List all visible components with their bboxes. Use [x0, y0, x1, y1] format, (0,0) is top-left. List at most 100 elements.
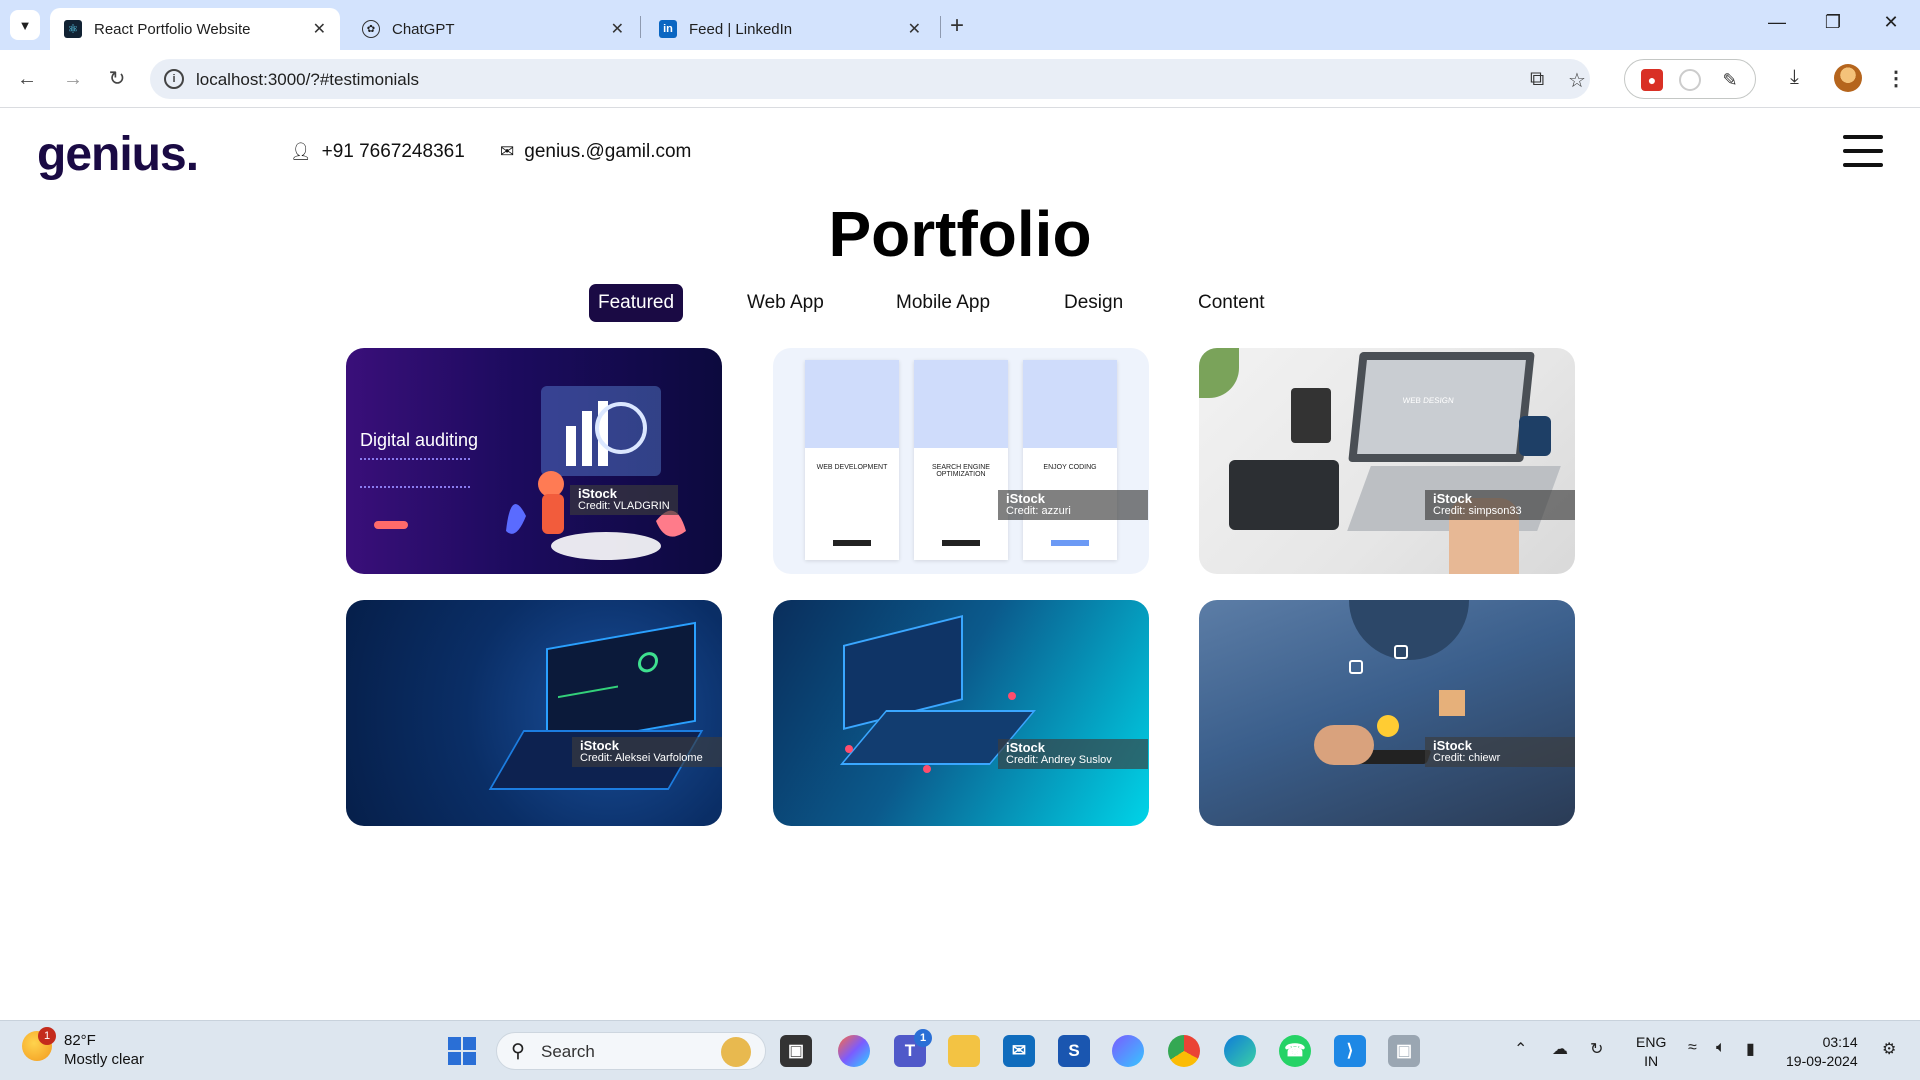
contact-phone[interactable]: 👤︎ +91 7667248361: [290, 141, 465, 163]
image-credit: iStock Credit: simpson33: [1425, 490, 1575, 520]
search-icon: ⚲: [511, 1041, 525, 1062]
site-logo[interactable]: genius.: [37, 127, 199, 182]
hamburger-line: [1843, 163, 1883, 167]
chart-donut-graphic: [638, 650, 658, 675]
clock-time: 03:14: [1822, 1034, 1858, 1050]
sync-icon[interactable]: ↻: [1590, 1039, 1603, 1059]
close-icon[interactable]: ✕: [908, 19, 921, 39]
bookmark-star-icon[interactable]: ☆: [1568, 68, 1586, 93]
service-illustration: [1023, 360, 1117, 448]
tablet-graphic: [1229, 460, 1339, 530]
system-clock[interactable]: 03:14 19-09-2024: [1786, 1033, 1858, 1071]
filter-featured[interactable]: Featured: [589, 284, 684, 322]
taskbar-search[interactable]: ⚲ Search: [496, 1032, 766, 1070]
chart-line-graphic: [558, 667, 618, 699]
chatgpt-icon: ✿: [362, 20, 380, 38]
node-dot: [845, 745, 853, 753]
edge-icon[interactable]: [1224, 1035, 1256, 1067]
wifi-icon[interactable]: ≈: [1688, 1039, 1697, 1057]
open-in-app-icon[interactable]: ⧉: [1530, 68, 1544, 91]
extension-red-icon[interactable]: ●: [1641, 69, 1663, 91]
laptop-screen-graphic: WEB DESIGN: [1348, 352, 1535, 462]
battery-icon[interactable]: ▮: [1746, 1039, 1755, 1059]
image-credit: iStock Credit: Andrey Suslov: [998, 739, 1148, 769]
portfolio-card-dashboard[interactable]: iStock Credit: Aleksei Varfolome: [346, 600, 722, 826]
copilot-icon[interactable]: [838, 1035, 870, 1067]
pen-holder-graphic: [1291, 388, 1331, 443]
new-tab-button[interactable]: +: [950, 12, 964, 40]
teams-icon[interactable]: T 1: [894, 1029, 932, 1067]
filter-web-app[interactable]: Web App: [738, 284, 833, 322]
forward-icon[interactable]: →: [58, 64, 88, 94]
mug-graphic: [1519, 416, 1551, 456]
reload-icon[interactable]: ↻: [102, 64, 132, 94]
service-button: [1051, 540, 1089, 546]
volume-icon[interactable]: 🔈︎: [1716, 1039, 1726, 1057]
close-icon[interactable]: ✕: [611, 19, 624, 39]
portfolio-card-web-design-desk[interactable]: WEB DESIGN iStock Credit: simpson33: [1199, 348, 1575, 574]
close-icon[interactable]: ✕: [313, 19, 326, 39]
service-column: ENJOY CODING: [1023, 360, 1117, 560]
address-bar[interactable]: i localhost:3000/?#testimonials ⧉ ☆: [150, 59, 1590, 99]
plant-graphic: [1199, 348, 1239, 398]
phone-text: +91 7667248361: [321, 141, 465, 162]
image-credit: iStock Credit: chiewr: [1425, 737, 1575, 767]
chevron-up-icon[interactable]: ⌃: [1514, 1039, 1527, 1059]
extension-circle-icon[interactable]: [1679, 69, 1701, 91]
language-indicator[interactable]: ENG IN: [1636, 1033, 1666, 1071]
service-label: WEB DEVELOPMENT: [816, 464, 888, 471]
card-button-graphic: [374, 521, 408, 529]
portfolio-card-services[interactable]: WEB DEVELOPMENT SEARCH ENGINE OPTIMIZATI…: [773, 348, 1149, 574]
task-view-icon[interactable]: ▣: [780, 1035, 812, 1067]
close-window-button[interactable]: ✕: [1876, 12, 1906, 33]
tab-chatgpt[interactable]: ✿ ChatGPT ✕: [348, 8, 638, 50]
weather-sun-icon: 1: [22, 1027, 56, 1061]
weather-text: 82°F Mostly clear: [64, 1031, 144, 1069]
weather-widget[interactable]: 1 82°F Mostly clear: [22, 1027, 144, 1069]
menu-kebab-icon[interactable]: ⋮: [1886, 66, 1906, 91]
tab-linkedin[interactable]: in Feed | LinkedIn ✕: [645, 8, 935, 50]
whatsapp-icon[interactable]: ☎: [1279, 1035, 1311, 1067]
back-icon[interactable]: ←: [12, 64, 42, 94]
tab-react-portfolio[interactable]: ⚛ React Portfolio Website ✕: [50, 8, 340, 50]
service-column: SEARCH ENGINE OPTIMIZATION: [914, 360, 1008, 560]
teams-badge: 1: [914, 1029, 932, 1047]
filter-mobile-app[interactable]: Mobile App: [887, 284, 999, 322]
file-explorer-icon[interactable]: [948, 1035, 980, 1067]
onedrive-cloud-icon[interactable]: ☁: [1552, 1039, 1568, 1059]
restore-button[interactable]: ❐: [1818, 12, 1848, 33]
laptop-display: WEB DESIGN: [1357, 360, 1526, 454]
app-s-icon[interactable]: S: [1058, 1035, 1090, 1067]
portfolio-card-isometric-laptop[interactable]: iStock Credit: Andrey Suslov: [773, 600, 1149, 826]
copilot-app-icon[interactable]: [1112, 1035, 1144, 1067]
hamburger-menu-button[interactable]: [1843, 135, 1883, 167]
profile-avatar[interactable]: [1834, 64, 1862, 92]
tab-divider: [940, 16, 941, 38]
chrome-icon[interactable]: [1168, 1035, 1200, 1067]
remote-desktop-icon[interactable]: ▣: [1388, 1035, 1420, 1067]
browser-toolbar: ← → ↻ i localhost:3000/?#testimonials ⧉ …: [0, 50, 1920, 108]
contact-email[interactable]: ✉ genius.@gamil.com: [500, 141, 691, 163]
url-text[interactable]: localhost:3000/?#testimonials: [196, 70, 419, 90]
download-icon[interactable]: ⤓: [1790, 66, 1799, 89]
windows-start-icon[interactable]: [448, 1037, 476, 1065]
filter-content[interactable]: Content: [1189, 284, 1274, 322]
credit-brand: iStock: [578, 486, 618, 501]
puzzle-icon[interactable]: ✎: [1719, 69, 1741, 91]
tab-divider: [640, 16, 641, 38]
notifications-icon[interactable]: ⚙: [1882, 1039, 1896, 1059]
filter-design[interactable]: Design: [1055, 284, 1132, 322]
vscode-icon[interactable]: ⟩: [1334, 1035, 1366, 1067]
minimize-button[interactable]: —: [1762, 12, 1792, 33]
credit-text: Credit: VLADGRIN: [578, 500, 670, 512]
site-info-icon[interactable]: i: [164, 69, 184, 89]
mail-icon[interactable]: ✉: [1003, 1035, 1035, 1067]
email-text: genius.@gamil.com: [524, 141, 692, 162]
weather-desc: Mostly clear: [64, 1051, 145, 1068]
node-dot: [923, 765, 931, 773]
hamburger-line: [1843, 135, 1883, 139]
image-credit: iStock Credit: Aleksei Varfolome: [572, 737, 722, 767]
portfolio-card-mobile-shopping[interactable]: iStock Credit: chiewr: [1199, 600, 1575, 826]
portfolio-card-digital-auditing[interactable]: Digital auditing iStock Credit: VLADGRIN: [346, 348, 722, 574]
tab-search-button[interactable]: ▼: [10, 10, 40, 40]
